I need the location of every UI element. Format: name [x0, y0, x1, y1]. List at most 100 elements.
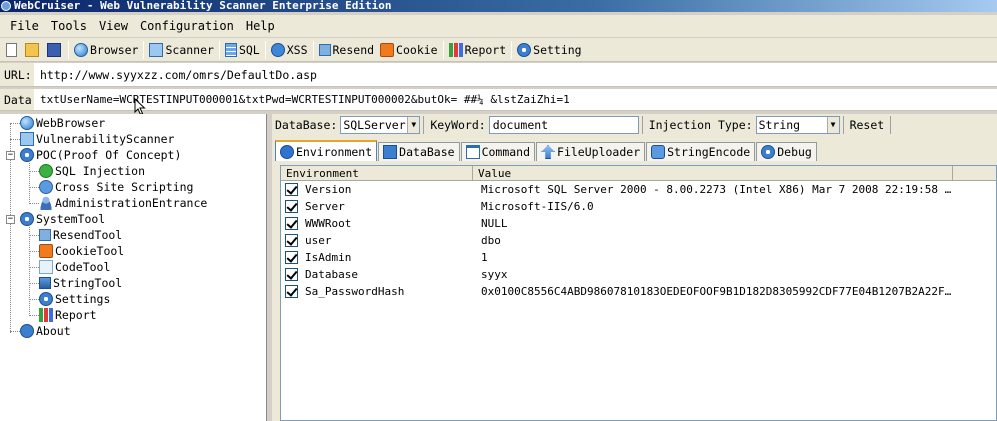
tab-fileuploader[interactable]: FileUploader	[536, 142, 646, 161]
table-row[interactable]: IsAdmin 1	[281, 249, 996, 266]
row-checkbox[interactable]	[285, 234, 298, 247]
resend-button[interactable]: Resend	[316, 40, 378, 60]
tree-label: StringTool	[53, 276, 123, 290]
tree-item-cookietool[interactable]: CookieTool	[39, 243, 124, 259]
tab-database[interactable]: DataBase	[378, 142, 460, 161]
table-row[interactable]: user dbo	[281, 232, 996, 249]
tree-label: WebBrowser	[36, 116, 106, 130]
menu-configuration[interactable]: Configuration	[134, 19, 240, 33]
xss-button[interactable]: XSS	[268, 40, 311, 60]
row-value: 1	[481, 251, 488, 264]
tab-strip: Environment DataBase Command FileUploade…	[275, 140, 818, 161]
chevron-down-icon[interactable]: ▼	[826, 117, 839, 133]
options-separator	[890, 116, 892, 134]
tree-connector	[10, 123, 20, 124]
row-name-cell: IsAdmin	[281, 251, 473, 264]
setting-button[interactable]: Setting	[514, 40, 584, 60]
cookie-icon	[380, 42, 395, 57]
row-checkbox[interactable]	[285, 217, 298, 230]
reset-button[interactable]: Reset	[847, 118, 888, 132]
globe-icon	[74, 42, 88, 57]
row-checkbox[interactable]	[285, 251, 298, 264]
row-checkbox[interactable]	[285, 285, 298, 298]
tree-item-systemtool[interactable]: SystemTool	[20, 211, 105, 227]
tab-label: Command	[481, 145, 531, 159]
tree-item-vulnerability-scanner[interactable]: VulnerabilityScanner	[20, 131, 174, 147]
row-checkbox[interactable]	[285, 200, 298, 213]
puzzle-icon	[39, 277, 51, 289]
chevron-down-icon[interactable]: ▼	[407, 117, 420, 133]
tab-label: DataBase	[399, 145, 455, 159]
menu-view[interactable]: View	[93, 19, 134, 33]
tree-connector	[29, 299, 39, 300]
collapse-systemtool-toggle[interactable]: −	[6, 215, 15, 224]
column-header-value[interactable]: Value	[473, 166, 953, 180]
menu-bar: File Tools View Configuration Help	[0, 15, 997, 37]
menu-file[interactable]: File	[4, 19, 45, 33]
row-checkbox[interactable]	[285, 268, 298, 281]
tree-item-report[interactable]: Report	[39, 307, 97, 323]
row-name: Database	[305, 268, 358, 281]
scanner-button[interactable]: Scanner	[146, 40, 216, 60]
row-name: WWWRoot	[305, 217, 352, 230]
tree-item-sql-injection[interactable]: SQL Injection	[39, 163, 145, 179]
toolbar-separator	[442, 40, 444, 59]
keyword-input[interactable]: document	[488, 116, 639, 134]
save-button[interactable]	[44, 40, 66, 60]
tab-label: Debug	[777, 145, 812, 159]
column-header-environment[interactable]: Environment	[281, 166, 473, 180]
tree-item-about[interactable]: About	[20, 323, 71, 339]
url-input[interactable]: http://www.syyxzz.com/omrs/DefaultDo.asp	[34, 68, 317, 82]
database-select[interactable]: SQLServer ▼	[340, 116, 421, 134]
table-row[interactable]: WWWRoot NULL	[281, 215, 996, 232]
new-button[interactable]	[3, 40, 22, 60]
tree-item-webbrowser[interactable]: WebBrowser	[20, 115, 105, 131]
tab-stringencode[interactable]: StringEncode	[646, 142, 756, 161]
bar-chart-icon	[448, 42, 463, 57]
user-icon	[39, 196, 53, 210]
xss-icon	[270, 42, 285, 57]
browser-label: Browser	[90, 42, 139, 57]
database-icon	[383, 145, 398, 159]
xss-icon	[39, 180, 53, 194]
row-value: NULL	[481, 217, 508, 230]
upload-arrow-icon	[541, 145, 556, 159]
info-icon	[280, 144, 294, 159]
cookie-icon	[39, 244, 53, 258]
tree-item-cross-site-scripting[interactable]: Cross Site Scripting	[39, 179, 193, 195]
injection-type-select[interactable]: String ▼	[755, 116, 840, 134]
cookie-button[interactable]: Cookie	[377, 40, 441, 60]
tree-label: About	[36, 324, 71, 338]
tree-label: Cross Site Scripting	[55, 180, 194, 194]
tree-item-administration-entrance[interactable]: AdministrationEntrance	[39, 195, 207, 211]
table-row[interactable]: Database syyx	[281, 266, 996, 283]
row-name: Version	[305, 183, 352, 196]
sql-button[interactable]: SQL	[222, 40, 263, 60]
open-button[interactable]	[22, 40, 44, 60]
post-data-input[interactable]: txtUserName=WCRTESTINPUT000001&txtPwd=WC…	[34, 93, 570, 106]
table-row[interactable]: Server Microsoft-IIS/6.0	[281, 198, 996, 215]
menu-tools[interactable]: Tools	[45, 19, 93, 33]
tree-item-codetool[interactable]: CodeTool	[39, 259, 110, 275]
grid-header: Environment Value	[281, 166, 996, 181]
report-button[interactable]: Report	[446, 40, 510, 60]
menu-help[interactable]: Help	[240, 19, 281, 33]
browser-button[interactable]: Browser	[71, 40, 141, 60]
tab-debug[interactable]: Debug	[756, 142, 817, 161]
row-name-cell: Sa_PasswordHash	[281, 285, 473, 298]
tree-label: VulnerabilityScanner	[36, 132, 175, 146]
tree-item-resendtool[interactable]: ResendTool	[39, 227, 122, 243]
gear-icon	[517, 42, 532, 57]
row-checkbox[interactable]	[285, 183, 298, 196]
tree-item-poc[interactable]: POC(Proof Of Concept)	[20, 147, 181, 163]
options-separator	[423, 116, 425, 134]
tab-environment[interactable]: Environment	[275, 140, 378, 161]
injection-type-label: Injection Type:	[648, 118, 753, 132]
tree-item-settings[interactable]: Settings	[39, 291, 110, 307]
tree-connector	[29, 203, 39, 204]
table-row[interactable]: Sa_PasswordHash 0x0100C8556C4ABD98607810…	[281, 283, 996, 300]
collapse-poc-toggle[interactable]: −	[6, 151, 15, 160]
tree-item-stringtool[interactable]: StringTool	[39, 275, 122, 291]
tab-command[interactable]: Command	[460, 142, 536, 161]
table-row[interactable]: Version Microsoft SQL Server 2000 - 8.00…	[281, 181, 996, 198]
